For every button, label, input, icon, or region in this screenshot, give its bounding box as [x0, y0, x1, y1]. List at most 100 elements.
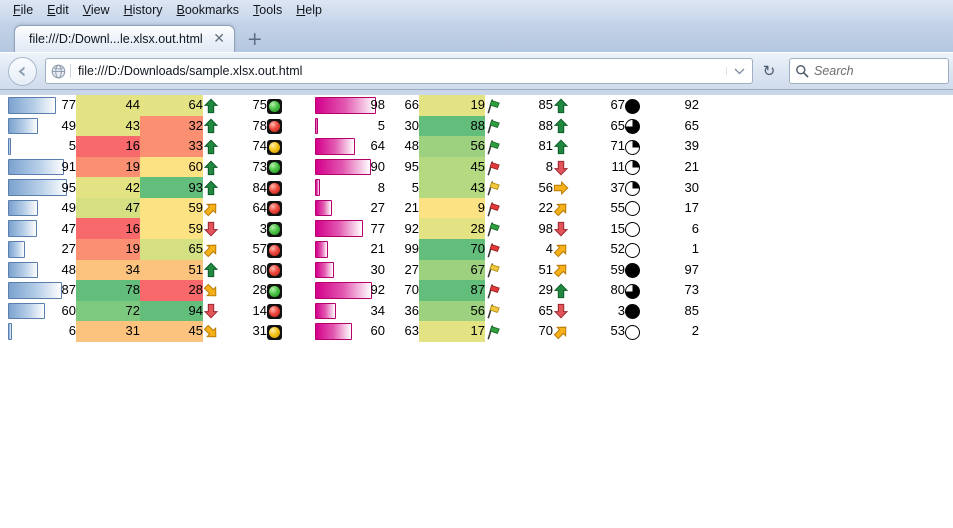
- arrow-up-icon: [203, 262, 219, 278]
- cell-value: 56: [538, 179, 553, 195]
- cell-value: 3: [259, 220, 267, 236]
- data-bar-cell: 60: [315, 321, 385, 342]
- cell-value: 77: [370, 220, 385, 236]
- close-icon[interactable]: ✕: [212, 32, 227, 47]
- data-bar-cell: 98: [315, 95, 385, 116]
- pie-quarter-icon: [625, 177, 647, 198]
- new-tab-button[interactable]: +: [240, 27, 270, 52]
- browser-tab[interactable]: file:///D:/Downl...le.xlsx.out.html ✕: [14, 25, 235, 52]
- cell-value: 92: [370, 282, 385, 298]
- cell-value: 93: [140, 177, 203, 198]
- cell-value: 49: [61, 200, 76, 216]
- data-bar-cell: 5: [8, 136, 76, 157]
- arrow-down-icon: [553, 160, 569, 176]
- traffic-light-red-icon: [267, 240, 282, 260]
- data-bar-cell: 64: [315, 136, 385, 157]
- pie-three-icon: [625, 116, 640, 136]
- arrow-down-right-icon: [203, 324, 219, 340]
- table-row: 95 42 93 84 8 5 43 56 37 30: [0, 177, 699, 198]
- column-spacer: [289, 218, 315, 239]
- flag-red-icon: [485, 242, 501, 258]
- cell-value: 36: [404, 302, 419, 318]
- data-bar-cell: 6: [8, 321, 76, 342]
- cell-value: 78: [76, 280, 140, 301]
- url-text[interactable]: file:///D:/Downloads/sample.xlsx.out.htm…: [70, 64, 726, 78]
- reload-icon[interactable]: ↻: [755, 58, 783, 84]
- cell-value: 43: [76, 115, 140, 137]
- cell-value: 37: [610, 179, 625, 195]
- arrow-up-icon: [203, 157, 225, 178]
- column-spacer: [575, 321, 601, 342]
- cell-value: 74: [252, 138, 267, 154]
- arrow-up-icon: [203, 180, 219, 196]
- menu-item-view[interactable]: View: [76, 1, 117, 20]
- cell-value: 67: [610, 97, 625, 113]
- column-spacer: [289, 198, 315, 219]
- pie-empty-icon: [625, 198, 647, 219]
- arrow-down-icon: [553, 218, 575, 239]
- column-spacer: [0, 116, 8, 137]
- data-bar-fill: [8, 261, 38, 279]
- menu-item-edit[interactable]: Edit: [40, 1, 76, 20]
- arrow-up-icon: [203, 116, 225, 137]
- column-spacer: [575, 95, 601, 116]
- cell-value: 70: [404, 282, 419, 298]
- menu-item-bookmarks[interactable]: Bookmarks: [170, 1, 247, 20]
- cell-value: 27: [404, 261, 419, 277]
- pie-empty-icon: [625, 322, 640, 342]
- column-spacer: [0, 95, 8, 116]
- menu-item-help[interactable]: Help: [289, 1, 329, 20]
- flag-green-icon: [485, 98, 501, 114]
- menu-item-tools[interactable]: Tools: [246, 1, 289, 20]
- cell-value: 16: [76, 218, 140, 239]
- cell-value: 19: [419, 95, 485, 116]
- cell-value: 55: [610, 200, 625, 216]
- pie-quarter-icon: [625, 137, 640, 157]
- search-box[interactable]: Search: [789, 58, 949, 84]
- arrow-up-icon: [203, 139, 219, 155]
- menu-item-history[interactable]: History: [117, 1, 170, 20]
- cell-value: 33: [140, 136, 203, 157]
- column-spacer: [225, 218, 243, 239]
- column-spacer: [647, 198, 673, 219]
- cell-value: 73: [252, 158, 267, 174]
- column-spacer: [0, 280, 8, 301]
- arrow-down-icon: [203, 218, 225, 239]
- column-spacer: [507, 177, 529, 198]
- cell-value: 44: [76, 95, 140, 116]
- search-input[interactable]: Search: [814, 64, 854, 78]
- flag-yellow-icon: [485, 180, 501, 196]
- tab-strip: file:///D:/Downl...le.xlsx.out.html ✕ +: [0, 21, 953, 52]
- data-bar-fill: [8, 179, 67, 196]
- pie-empty-icon: [625, 219, 640, 239]
- chevron-down-icon[interactable]: [726, 67, 752, 75]
- menu-item-file[interactable]: File: [6, 1, 40, 20]
- traffic-light-red-icon: [267, 239, 289, 260]
- cell-value: 16: [76, 136, 140, 157]
- flag-green-icon: [485, 321, 507, 342]
- traffic-light-yellow-icon: [267, 136, 289, 157]
- flag-red-icon: [485, 198, 507, 219]
- cell-value: 88: [538, 117, 553, 133]
- column-spacer: [0, 239, 8, 260]
- data-bar-fill: [8, 199, 38, 217]
- flag-red-icon: [485, 239, 507, 260]
- back-button[interactable]: [8, 56, 37, 86]
- arrow-up-right-icon: [553, 198, 575, 219]
- column-spacer: [289, 280, 315, 301]
- arrow-down-icon: [553, 221, 569, 237]
- url-bar[interactable]: file:///D:/Downloads/sample.xlsx.out.htm…: [45, 58, 753, 84]
- arrow-up-right-icon: [553, 321, 575, 342]
- column-spacer: [289, 260, 315, 281]
- column-spacer: [507, 95, 529, 116]
- cell-value: 1: [691, 241, 699, 257]
- column-spacer: [507, 321, 529, 342]
- data-bar-fill: [8, 240, 25, 258]
- column-spacer: [507, 301, 529, 322]
- cell-value: 48: [61, 261, 76, 277]
- arrow-up-icon: [553, 118, 569, 134]
- flag-yellow-icon: [485, 262, 501, 278]
- table-row: 60 72 94 14 34 36 56 65 3 85: [0, 300, 699, 322]
- flag-green-icon: [485, 116, 507, 137]
- column-spacer: [575, 301, 601, 322]
